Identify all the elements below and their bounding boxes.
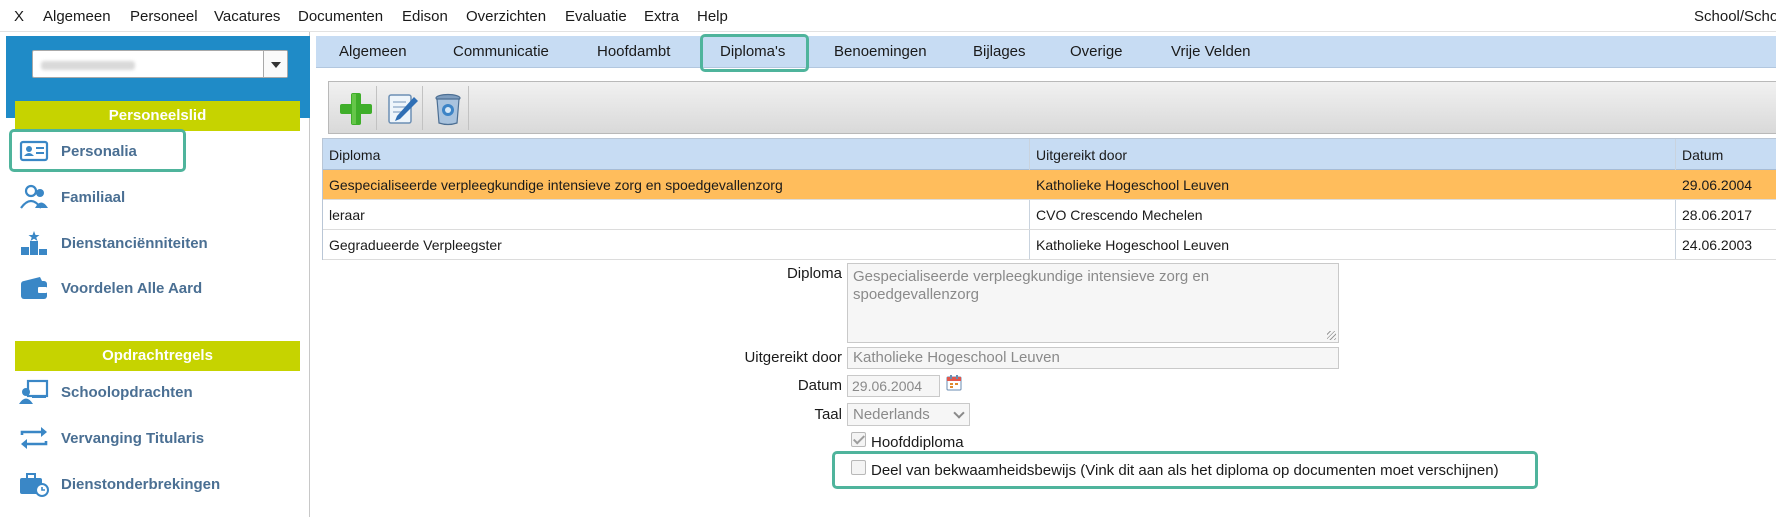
tab-communicatie[interactable]: Communicatie xyxy=(453,43,549,60)
calendar-icon[interactable] xyxy=(946,374,962,391)
teacher-board-icon xyxy=(19,379,49,404)
datum-value: 29.06.2004 xyxy=(852,378,923,394)
podium-icon xyxy=(21,231,47,255)
section-personeelslid: Personeelslid xyxy=(15,101,300,131)
menu-edison[interactable]: Edison xyxy=(402,8,448,25)
school-context-label: School/Scho xyxy=(1694,8,1776,25)
sidebar-item-label: Vervanging Titularis xyxy=(61,430,205,447)
cell-diploma: Gegradueerde Verpleegster xyxy=(329,237,502,253)
toolbar xyxy=(328,81,1776,134)
column-header-uitgereikt[interactable]: Uitgereikt door xyxy=(1036,147,1127,163)
sidebar-item-label: Personalia xyxy=(61,143,137,160)
sidebar-item-schoolopdrachten[interactable]: Schoolopdrachten xyxy=(15,377,300,407)
tab-vrije-velden[interactable]: Vrije Velden xyxy=(1171,43,1251,60)
sidebar-item-vervanging[interactable]: Vervanging Titularis xyxy=(15,423,300,453)
people-icon xyxy=(20,184,48,209)
diploma-textarea[interactable]: Gespecialiseerde verpleegkundige intensi… xyxy=(847,263,1339,343)
pencil-icon xyxy=(388,94,418,124)
sidebar-item-label: Familiaal xyxy=(61,189,126,206)
hoofddiploma-checkbox[interactable] xyxy=(851,432,866,447)
sidebar: Personeelslid Personalia Familiaal Diens… xyxy=(0,32,310,517)
table-header: Diploma Uitgereikt door Datum xyxy=(323,139,1776,170)
tab-overige[interactable]: Overige xyxy=(1070,43,1123,60)
briefcase-clock-icon xyxy=(20,473,49,497)
tab-diplomas[interactable]: Diploma's xyxy=(720,43,785,60)
menu-algemeen[interactable]: Algemeen xyxy=(43,8,111,25)
id-card-icon xyxy=(19,140,49,162)
table-row[interactable]: Gegradueerde Verpleegster Katholieke Hog… xyxy=(323,230,1776,260)
column-header-datum[interactable]: Datum xyxy=(1682,147,1723,163)
table-row[interactable]: Gespecialiseerde verpleegkundige intensi… xyxy=(323,170,1776,200)
tab-algemeen[interactable]: Algemeen xyxy=(339,43,407,60)
sidebar-item-dienstonderbrekingen[interactable]: Dienstonderbrekingen xyxy=(15,469,300,499)
menu-extra[interactable]: Extra xyxy=(644,8,679,25)
delete-button[interactable] xyxy=(425,86,469,130)
cell-datum: 28.06.2017 xyxy=(1682,207,1753,223)
cell-uitgereikt: Katholieke Hogeschool Leuven xyxy=(1036,177,1230,193)
diploma-value: Gespecialiseerde verpleegkundige intensi… xyxy=(853,268,1210,303)
bekwaamheid-label: Deel van bekwaamheidsbewijs (Vink dit aa… xyxy=(871,462,1499,479)
sidebar-item-label: Schoolopdrachten xyxy=(61,384,193,401)
sidebar-item-voordelen[interactable]: Voordelen Alle Aard xyxy=(15,273,300,303)
menu-help[interactable]: Help xyxy=(697,8,728,25)
sidebar-item-label: Dienstonderbrekingen xyxy=(61,476,221,493)
plus-icon xyxy=(340,93,372,125)
uitgereikt-value: Katholieke Hogeschool Leuven xyxy=(853,349,1060,366)
cell-datum: 29.06.2004 xyxy=(1682,177,1753,193)
swap-arrows-icon xyxy=(20,427,48,449)
tab-bar: Algemeen Communicatie Hoofdambt Diploma'… xyxy=(316,36,1776,68)
taal-select[interactable]: Nederlands xyxy=(847,403,970,426)
tab-hoofdambt[interactable]: Hoofdambt xyxy=(597,43,670,60)
hoofddiploma-label: Hoofddiploma xyxy=(871,434,964,451)
column-header-diploma[interactable]: Diploma xyxy=(329,147,380,163)
tab-benoemingen[interactable]: Benoemingen xyxy=(834,43,927,60)
sidebar-item-dienstanciënniteiten[interactable]: Dienstanciënniteiten xyxy=(15,228,300,258)
menu-documenten[interactable]: Documenten xyxy=(298,8,383,25)
menu-close[interactable]: X xyxy=(14,8,24,25)
section-opdrachtregels: Opdrachtregels xyxy=(15,341,300,371)
taal-label: Taal xyxy=(814,406,842,423)
table-row[interactable]: leraar CVO Crescendo Mechelen 28.06.2017 xyxy=(323,200,1776,230)
person-name-redacted xyxy=(41,61,135,70)
uitgereikt-input[interactable]: Katholieke Hogeschool Leuven xyxy=(847,347,1339,369)
add-button[interactable] xyxy=(333,86,377,130)
person-select[interactable] xyxy=(32,50,288,78)
diploma-label: Diploma xyxy=(786,265,842,282)
menu-personeel[interactable]: Personeel xyxy=(130,8,198,25)
tab-bijlages[interactable]: Bijlages xyxy=(973,43,1026,60)
sidebar-item-familiaal[interactable]: Familiaal xyxy=(15,182,300,212)
taal-value: Nederlands xyxy=(853,406,930,423)
cell-datum: 24.06.2003 xyxy=(1682,237,1753,253)
diploma-table: Diploma Uitgereikt door Datum Gespeciali… xyxy=(322,138,1776,260)
uitgereikt-label: Uitgereikt door xyxy=(744,349,842,366)
edit-button[interactable] xyxy=(379,86,423,130)
menu-overzichten[interactable]: Overzichten xyxy=(466,8,546,25)
menu-evaluatie[interactable]: Evaluatie xyxy=(565,8,627,25)
sidebar-item-personalia[interactable]: Personalia xyxy=(15,136,300,166)
wallet-icon xyxy=(21,277,47,299)
cell-diploma: Gespecialiseerde verpleegkundige intensi… xyxy=(329,177,783,193)
cell-diploma: leraar xyxy=(329,207,365,223)
sidebar-item-label: Voordelen Alle Aard xyxy=(61,280,203,297)
trash-icon xyxy=(435,93,461,126)
cell-uitgereikt: CVO Crescendo Mechelen xyxy=(1036,207,1203,223)
cell-uitgereikt: Katholieke Hogeschool Leuven xyxy=(1036,237,1230,253)
bekwaamheid-checkbox[interactable] xyxy=(851,460,866,475)
menubar: X Algemeen Personeel Vacatures Documente… xyxy=(0,0,1776,32)
resize-grip-icon[interactable] xyxy=(1327,331,1336,340)
menu-vacatures[interactable]: Vacatures xyxy=(214,8,280,25)
sidebar-item-label: Dienstanciënniteiten xyxy=(61,235,208,252)
datum-input[interactable]: 29.06.2004 xyxy=(847,375,940,397)
chevron-down-icon[interactable] xyxy=(263,51,287,77)
chevron-down-icon xyxy=(953,407,965,419)
datum-label: Datum xyxy=(797,377,842,394)
